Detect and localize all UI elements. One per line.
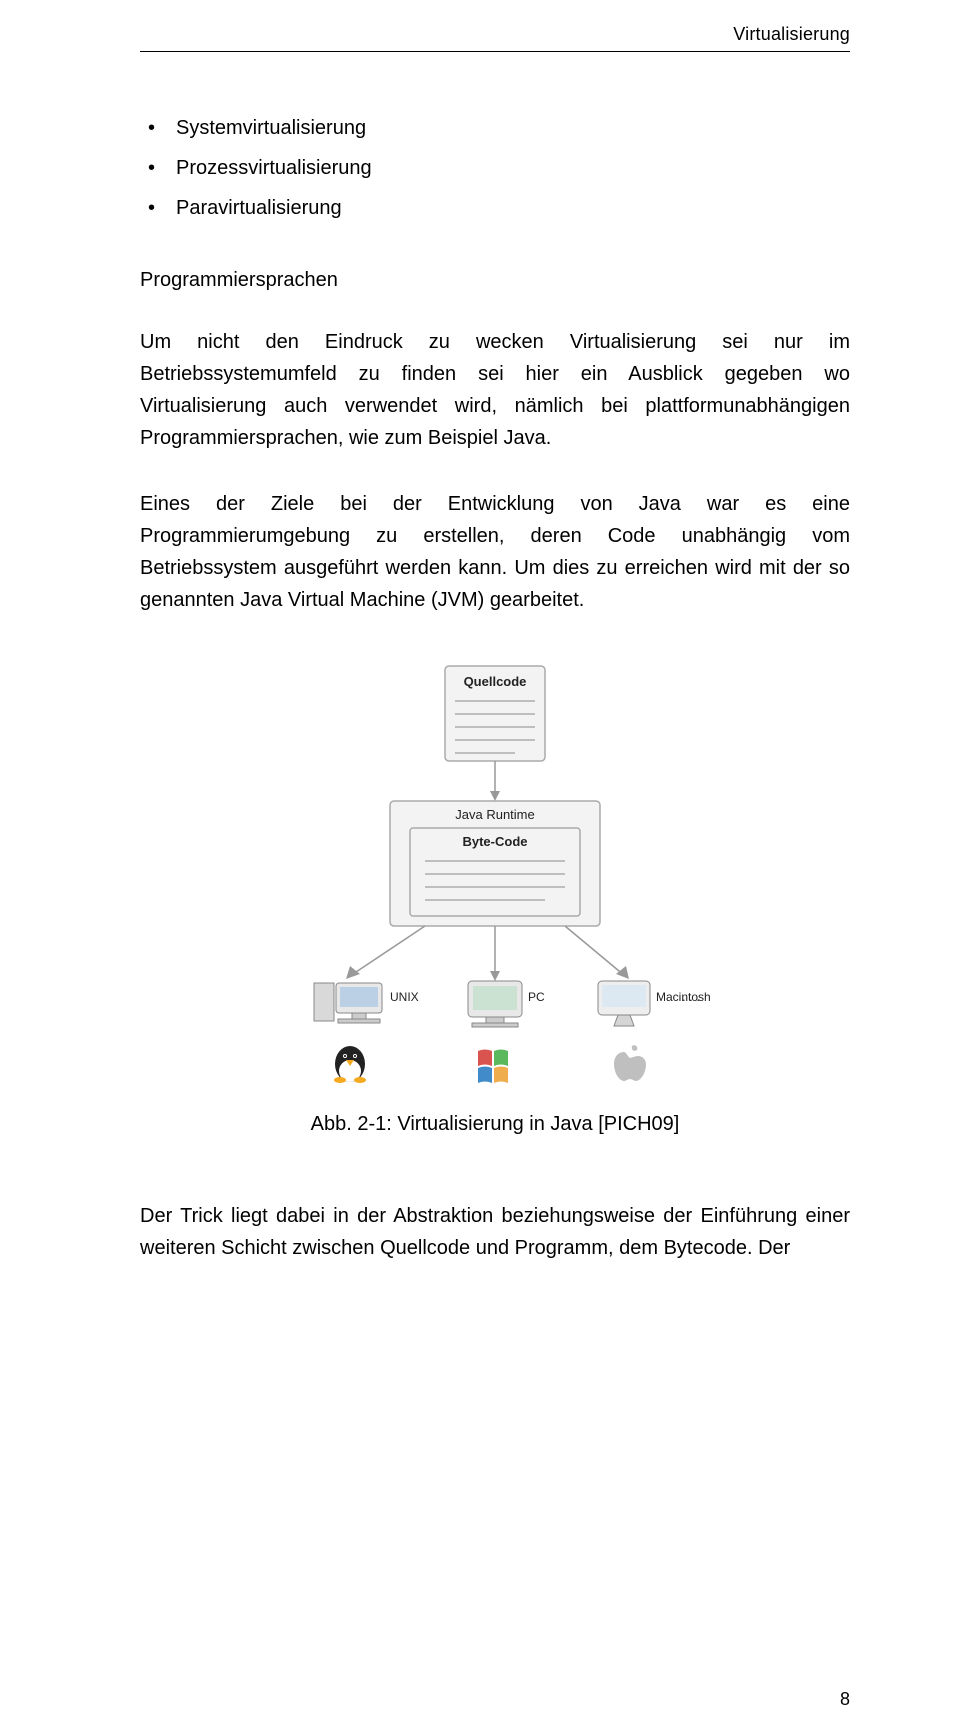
list-item: Prozessvirtualisierung (140, 152, 850, 184)
platform-unix: UNIX (314, 983, 419, 1023)
paragraph-3: Der Trick liegt dabei in der Abstraktion… (140, 1200, 850, 1264)
bullet-list: Systemvirtualisierung Prozessvirtualisie… (140, 112, 850, 224)
platform-mac: Macintosh . . . (598, 981, 710, 1026)
paragraph-2: Eines der Ziele bei der Entwicklung von … (140, 488, 850, 616)
list-item: Paravirtualisierung (140, 192, 850, 224)
apple-icon (614, 1045, 646, 1081)
diagram-svg: Quellcode Java Runtime Byte-Code (280, 656, 710, 1086)
paragraph-1: Um nicht den Eindruck zu wecken Virtuali… (140, 326, 850, 454)
source-label: Quellcode (464, 674, 527, 689)
section-heading: Programmiersprachen (140, 264, 850, 296)
tux-icon (334, 1046, 366, 1083)
runtime-label: Java Runtime (455, 807, 534, 822)
list-item: Systemvirtualisierung (140, 112, 850, 144)
windows-icon (478, 1049, 508, 1083)
platform-pc: PC (468, 981, 545, 1027)
figure-jvm-diagram: Quellcode Java Runtime Byte-Code (280, 656, 710, 1086)
svg-text:PC: PC (528, 990, 545, 1004)
page-number: 8 (840, 1685, 850, 1714)
page-header: Virtualisierung (140, 20, 850, 52)
svg-text:UNIX: UNIX (390, 990, 419, 1004)
bytecode-label: Byte-Code (462, 834, 527, 849)
figure-caption: Abb. 2-1: Virtualisierung in Java [PICH0… (140, 1108, 850, 1140)
svg-text:. . .: . . . (682, 989, 700, 1004)
